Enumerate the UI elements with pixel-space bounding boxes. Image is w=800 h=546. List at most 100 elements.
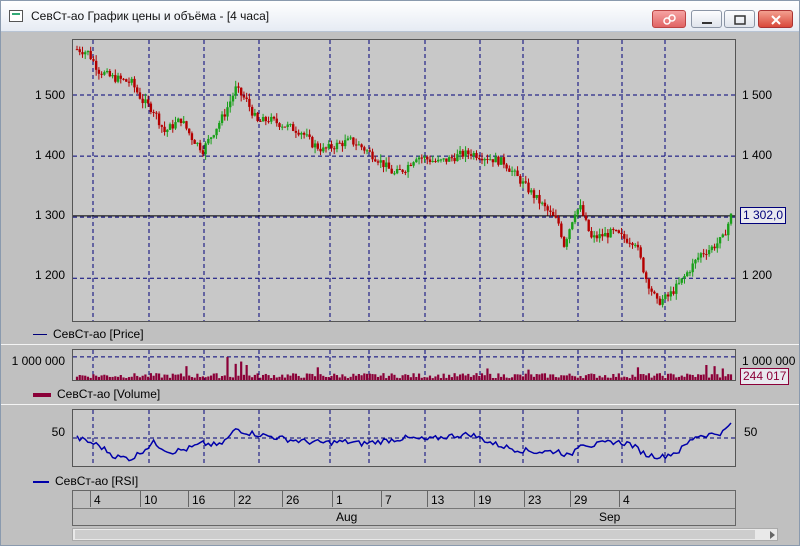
volume-bar — [666, 373, 670, 380]
price-candle — [491, 159, 495, 163]
maximize-button[interactable] — [724, 10, 755, 28]
link-button[interactable] — [652, 10, 686, 28]
volume-bar — [708, 377, 711, 380]
price-candle — [625, 238, 629, 243]
volume-bar — [89, 377, 92, 380]
volume-chart — [73, 350, 735, 380]
volume-bar — [335, 375, 339, 380]
chart-window-icon[interactable] — [9, 10, 23, 22]
volume-bar — [464, 375, 467, 380]
price-candle — [623, 234, 626, 239]
price-candle — [686, 272, 689, 277]
rsi-plot[interactable] — [72, 409, 736, 467]
volume-bar — [604, 375, 607, 380]
volume-bar — [516, 374, 519, 380]
volume-bar — [653, 375, 656, 380]
volume-bar — [628, 378, 631, 380]
price-candle — [379, 160, 382, 163]
volume-bar — [620, 377, 623, 380]
volume-legend[interactable]: СевСт-ао [Volume] — [33, 387, 160, 401]
volume-bar — [595, 377, 599, 380]
volume-bar — [155, 373, 158, 380]
close-button[interactable] — [758, 10, 793, 28]
volume-bar — [573, 376, 577, 380]
volume-plot[interactable] — [72, 349, 736, 381]
volume-bar — [724, 376, 727, 380]
volume-bar — [163, 374, 166, 380]
volume-bar — [584, 375, 588, 380]
volume-bar — [505, 377, 508, 380]
volume-bar — [417, 373, 421, 380]
price-candle — [182, 121, 185, 123]
scrollbar-thumb[interactable] — [75, 530, 755, 539]
volume-bar — [409, 377, 412, 380]
horizontal-scrollbar[interactable] — [72, 528, 778, 541]
price-legend[interactable]: СевСт-ао [Price] — [33, 327, 144, 341]
chart-window: СевСт-ао График цены и объёма - [4 часа] — [0, 0, 800, 546]
volume-bar — [439, 378, 443, 380]
day-tick-mark — [524, 491, 525, 507]
price-candle — [560, 223, 563, 237]
volume-bar — [677, 376, 681, 380]
volume-bar — [346, 378, 350, 380]
volume-bar — [116, 376, 120, 380]
volume-bar — [445, 377, 448, 380]
volume-bar — [275, 377, 278, 380]
volume-legend-swatch — [33, 392, 51, 397]
volume-bar — [251, 377, 254, 380]
volume-bar — [686, 373, 689, 380]
volume-bar — [631, 374, 634, 380]
title-bar[interactable]: СевСт-ао График цены и объёма - [4 часа] — [1, 1, 799, 32]
minimize-button[interactable] — [691, 10, 722, 28]
rsi-legend[interactable]: СевСт-ао [RSI] — [33, 474, 138, 488]
price-candle — [617, 230, 621, 233]
price-candle — [398, 169, 402, 171]
time-axis-divider — [73, 508, 735, 509]
price-candle — [220, 114, 224, 123]
price-candle — [551, 211, 555, 216]
volume-bar — [636, 367, 640, 380]
scroll-right-arrow-icon[interactable] — [770, 531, 775, 539]
volume-bar — [642, 374, 645, 380]
volume-bar — [220, 376, 224, 380]
price-candle — [458, 150, 462, 155]
volume-bar — [234, 363, 237, 380]
volume-bar — [308, 373, 311, 380]
volume-bar — [546, 377, 549, 380]
volume-bar — [716, 374, 719, 380]
price-candle — [497, 156, 500, 165]
volume-bar — [568, 373, 571, 380]
price-plot[interactable] — [72, 39, 736, 322]
volume-bar — [532, 376, 536, 380]
price-candle — [582, 205, 585, 216]
price-candle — [146, 99, 150, 104]
price-candle — [229, 101, 232, 108]
price-candle — [439, 159, 443, 161]
price-candle — [311, 136, 314, 148]
volume-bar — [431, 378, 434, 380]
price-candle — [138, 92, 142, 99]
volume-bar — [426, 377, 429, 380]
volume-bar — [469, 376, 473, 380]
volume-bar — [420, 377, 423, 380]
volume-bar — [168, 377, 172, 380]
day-tick-mark — [234, 491, 235, 507]
price-candle — [456, 154, 459, 162]
volume-bar — [344, 376, 347, 380]
rsi-legend-swatch — [33, 480, 49, 483]
volume-bar — [434, 376, 437, 380]
volume-bar — [590, 373, 593, 380]
volume-bar — [390, 373, 393, 380]
volume-bar — [289, 375, 292, 380]
rsi-legend-label: СевСт-ао [RSI] — [55, 474, 139, 488]
price-candle — [437, 159, 440, 162]
price-candle — [467, 150, 470, 155]
volume-bar — [672, 374, 675, 380]
volume-bar — [138, 377, 142, 380]
volume-bar — [166, 374, 169, 380]
price-candle — [185, 121, 188, 129]
price-candle — [718, 237, 722, 244]
time-axis[interactable] — [72, 490, 736, 526]
volume-bar — [75, 376, 79, 380]
price-candle — [86, 50, 90, 53]
